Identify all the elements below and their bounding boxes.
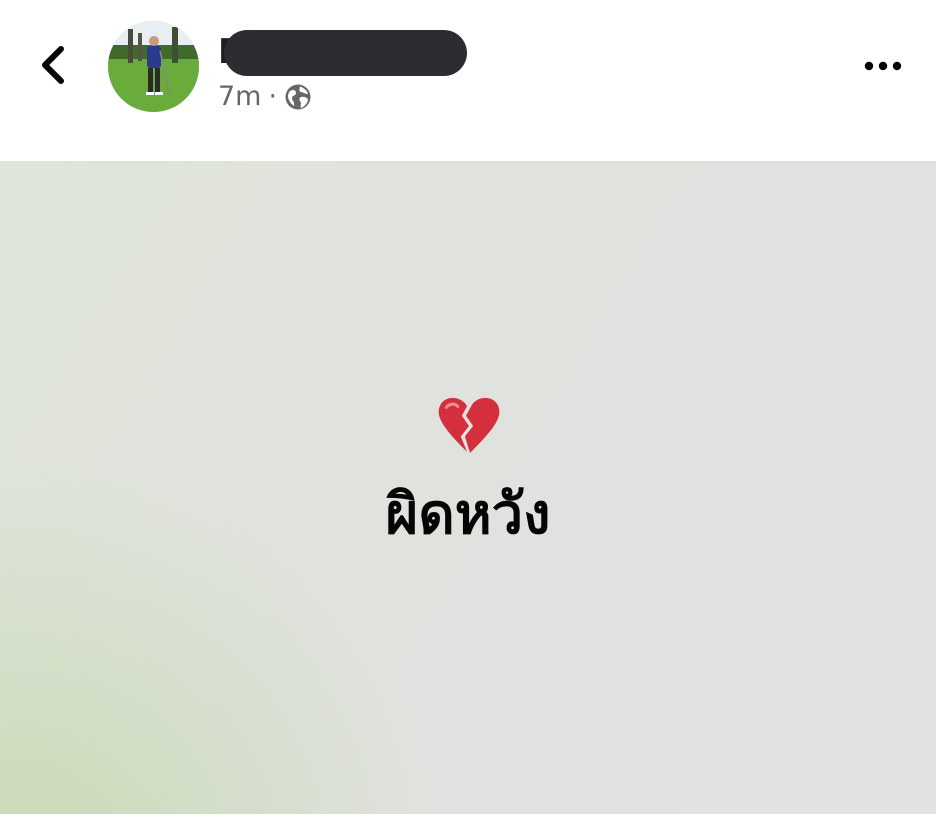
broken-heart-icon xyxy=(438,397,500,453)
post-header: F 7m · xyxy=(0,0,936,161)
ellipsis-icon xyxy=(864,61,902,71)
post-content: ผิดหวัง xyxy=(0,393,936,551)
post-background: ผิดหวัง xyxy=(0,161,936,814)
meta-separator: · xyxy=(268,81,278,112)
avatar[interactable] xyxy=(108,21,199,112)
globe-icon[interactable] xyxy=(284,83,312,111)
avatar-photo xyxy=(108,21,199,112)
back-button[interactable] xyxy=(28,40,78,90)
timestamp[interactable]: 7m xyxy=(218,80,261,114)
chevron-left-icon xyxy=(42,46,64,84)
post-text: ผิดหวัง xyxy=(385,482,551,547)
more-options-button[interactable] xyxy=(855,44,911,88)
post-meta: 7m · xyxy=(218,80,312,114)
name-redaction-bar xyxy=(224,30,467,76)
